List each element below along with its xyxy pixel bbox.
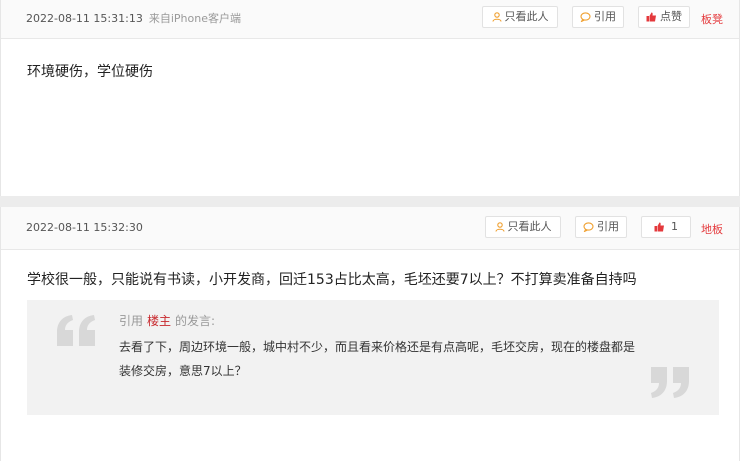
like-count: 1 bbox=[671, 220, 678, 233]
like-button[interactable]: 点赞 bbox=[638, 6, 690, 28]
post-1: 2022-08-11 15:31:13 来自iPhone客户端 只看此人 引用 点… bbox=[0, 0, 740, 196]
floor-label: 地板 bbox=[701, 223, 723, 236]
like-label: 点赞 bbox=[660, 10, 682, 23]
quote-text: 去看了下，周边环境一般，城中村不少，而且看来价格还是有点高呢，毛坯交房，现在的楼… bbox=[119, 340, 636, 378]
quote-author-link[interactable]: 楼主 bbox=[147, 314, 171, 328]
thumbs-up-icon bbox=[654, 222, 664, 232]
quote-button[interactable]: 引用 bbox=[572, 6, 624, 28]
post-separator bbox=[0, 196, 740, 207]
thumbs-up-icon bbox=[646, 12, 656, 22]
quote-button[interactable]: 引用 bbox=[575, 216, 627, 238]
floor-label: 板凳 bbox=[701, 13, 723, 26]
quote-open-icon bbox=[57, 315, 95, 346]
comment-icon bbox=[583, 222, 594, 232]
quote-suffix: 的发言: bbox=[175, 314, 216, 328]
post-2-content: 学校很一般，只能说有书读，小开发商，回迁153占比太高，毛坯还要7以上？不打算卖… bbox=[27, 272, 637, 288]
only-view-label: 只看此人 bbox=[504, 10, 549, 23]
post-2-time: 2022-08-11 15:32:30 bbox=[26, 221, 143, 234]
post-1-time: 2022-08-11 15:31:13 bbox=[26, 12, 143, 25]
user-icon bbox=[494, 222, 505, 232]
quote-block: 引用 楼主 的发言: 去看了下，周边环境一般，城中村不少，而且看来价格还是有点高呢，… bbox=[27, 300, 719, 415]
post-2-meta-bar: 2022-08-11 15:32:30 只看此人 引用 1 地板 bbox=[1, 207, 739, 250]
post-1-content: 环境硬伤，学位硬伤 bbox=[27, 64, 153, 80]
only-view-label: 只看此人 bbox=[507, 220, 552, 233]
like-button[interactable]: 1 bbox=[641, 216, 691, 238]
comment-icon bbox=[580, 12, 591, 22]
quote-close-icon bbox=[651, 367, 689, 398]
quote-label: 引用 bbox=[594, 10, 616, 23]
post-1-meta: 2022-08-11 15:31:13 来自iPhone客户端 bbox=[26, 10, 241, 26]
post-1-meta-bar: 2022-08-11 15:31:13 来自iPhone客户端 只看此人 引用 点… bbox=[1, 0, 739, 39]
quote-header: 引用 楼主 的发言: bbox=[119, 312, 215, 329]
post-1-source: 来自iPhone客户端 bbox=[148, 12, 241, 25]
post-2: 2022-08-11 15:32:30 只看此人 引用 1 地板 学校很一般，只… bbox=[0, 207, 740, 461]
only-view-this-user-button[interactable]: 只看此人 bbox=[482, 6, 558, 28]
user-icon bbox=[491, 12, 502, 22]
only-view-this-user-button[interactable]: 只看此人 bbox=[485, 216, 561, 238]
quote-prefix: 引用 bbox=[119, 314, 144, 328]
quote-label: 引用 bbox=[597, 220, 619, 233]
